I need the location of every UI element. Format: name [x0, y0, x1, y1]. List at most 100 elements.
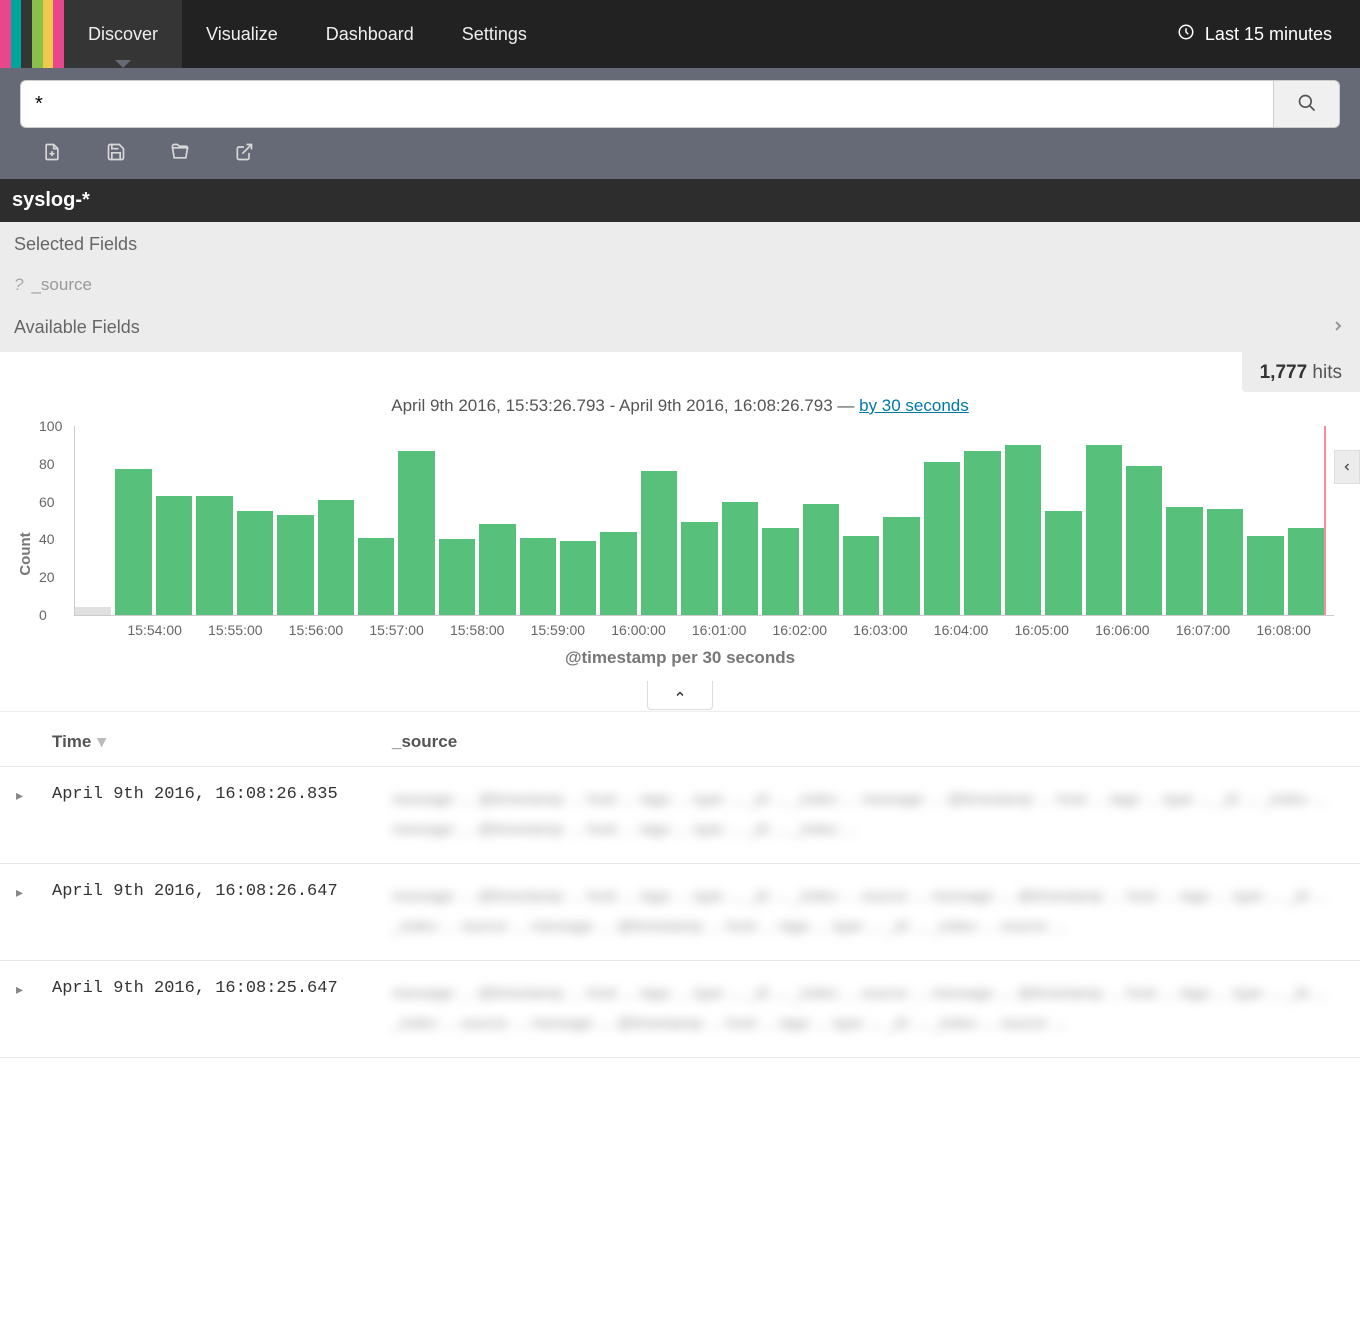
- y-tick: 40: [39, 531, 55, 547]
- histogram-bar[interactable]: [358, 538, 394, 615]
- y-tick: 60: [39, 494, 55, 510]
- new-search-button[interactable]: [42, 142, 62, 165]
- range-to: April 9th 2016, 16:08:26.793: [619, 396, 833, 415]
- row-time: April 9th 2016, 16:08:25.647: [52, 979, 392, 998]
- histogram-bar[interactable]: [520, 538, 556, 615]
- row-source: message: ... @timestamp: ... host: ... t…: [392, 785, 1344, 845]
- expand-row-button[interactable]: ▸: [16, 785, 52, 804]
- histogram-bar[interactable]: [641, 471, 677, 615]
- x-tick: 16:01:00: [679, 622, 760, 638]
- histogram-bar[interactable]: [439, 539, 475, 615]
- histogram-bar[interactable]: [1207, 509, 1243, 615]
- sort-desc-icon: ▾: [97, 732, 106, 752]
- row-time: April 9th 2016, 16:08:26.647: [52, 882, 392, 901]
- search-area: [0, 68, 1360, 179]
- histogram-bar[interactable]: [318, 500, 354, 615]
- histogram-bar[interactable]: [1166, 507, 1202, 615]
- x-tick: 15:54:00: [114, 622, 195, 638]
- histogram-bar[interactable]: [843, 536, 879, 615]
- histogram-bar[interactable]: [196, 496, 232, 615]
- nav-discover[interactable]: Discover: [64, 0, 182, 68]
- field-item-source[interactable]: ? _source: [0, 267, 1360, 303]
- column-source[interactable]: _source: [392, 732, 1344, 752]
- x-tick: 16:05:00: [1001, 622, 1082, 638]
- hits-count: 1,777: [1260, 362, 1308, 383]
- histogram-bar[interactable]: [722, 502, 758, 615]
- expand-row-button[interactable]: ▸: [16, 882, 52, 901]
- hits-row: 1,777 hits: [0, 352, 1360, 392]
- available-fields-title: Available Fields: [14, 317, 1330, 338]
- histogram-bar[interactable]: [1005, 445, 1041, 615]
- search-button[interactable]: [1274, 80, 1340, 128]
- histogram-bar[interactable]: [1045, 511, 1081, 615]
- histogram-bar[interactable]: [75, 607, 111, 615]
- histogram-chart[interactable]: Count 020406080100 15:54:0015:55:0015:56…: [0, 426, 1360, 682]
- row-source: message: ... @timestamp: ... host: ... t…: [392, 882, 1344, 942]
- histogram-bar[interactable]: [762, 528, 798, 615]
- hits-label: hits: [1312, 362, 1342, 383]
- histogram-bar[interactable]: [1126, 466, 1162, 615]
- nav-visualize[interactable]: Visualize: [182, 0, 302, 68]
- open-search-button[interactable]: [170, 142, 190, 165]
- x-tick: 16:08:00: [1243, 622, 1324, 638]
- histogram-bar[interactable]: [156, 496, 192, 615]
- table-row: ▸April 9th 2016, 16:08:26.647message: ..…: [0, 864, 1360, 961]
- histogram-bar[interactable]: [479, 524, 515, 615]
- histogram-bar[interactable]: [560, 541, 596, 615]
- histogram-bar[interactable]: [600, 532, 636, 615]
- selected-fields-title: Selected Fields: [0, 222, 1360, 267]
- nav-settings[interactable]: Settings: [438, 0, 551, 68]
- x-tick: 15:57:00: [356, 622, 437, 638]
- doc-table: Time ▾ _source ▸April 9th 2016, 16:08:26…: [0, 712, 1360, 1058]
- y-tick: 100: [39, 418, 62, 434]
- x-tick: 15:58:00: [437, 622, 518, 638]
- search-input[interactable]: [20, 80, 1274, 128]
- histogram-bar[interactable]: [1247, 536, 1283, 615]
- range-from: April 9th 2016, 15:53:26.793: [391, 396, 605, 415]
- collapse-chart-button[interactable]: [647, 681, 713, 710]
- row-time: April 9th 2016, 16:08:26.835: [52, 785, 392, 804]
- histogram-bar[interactable]: [1288, 528, 1324, 615]
- search-icon: [1297, 93, 1317, 116]
- fields-panel: Selected Fields ? _source Available Fiel…: [0, 222, 1360, 352]
- top-nav: Discover Visualize Dashboard Settings La…: [0, 0, 1360, 68]
- index-pattern-header[interactable]: syslog-*: [0, 179, 1360, 222]
- histogram-bar[interactable]: [681, 522, 717, 615]
- unknown-type-icon: ?: [14, 275, 23, 295]
- field-name: _source: [31, 275, 91, 295]
- x-tick: 16:07:00: [1163, 622, 1244, 638]
- row-source: message: ... @timestamp: ... host: ... t…: [392, 979, 1344, 1039]
- column-time-label: Time: [52, 732, 91, 752]
- logo[interactable]: [0, 0, 64, 68]
- share-button[interactable]: [234, 142, 254, 165]
- save-search-button[interactable]: [106, 142, 126, 165]
- time-label: Last 15 minutes: [1205, 24, 1332, 45]
- table-header: Time ▾ _source: [0, 712, 1360, 767]
- expand-row-button[interactable]: ▸: [16, 979, 52, 998]
- time-picker[interactable]: Last 15 minutes: [1177, 0, 1360, 68]
- x-tick: 15:55:00: [195, 622, 276, 638]
- table-row: ▸April 9th 2016, 16:08:25.647message: ..…: [0, 961, 1360, 1058]
- x-tick: 16:06:00: [1082, 622, 1163, 638]
- histogram-bar[interactable]: [883, 517, 919, 615]
- histogram-bar[interactable]: [803, 504, 839, 616]
- histogram-bar[interactable]: [277, 515, 313, 615]
- interval-link[interactable]: by 30 seconds: [859, 396, 969, 415]
- histogram-bar[interactable]: [964, 451, 1000, 615]
- nav-dashboard[interactable]: Dashboard: [302, 0, 438, 68]
- histogram-bar[interactable]: [115, 469, 151, 615]
- column-time[interactable]: Time ▾: [52, 732, 392, 752]
- histogram-bar[interactable]: [924, 462, 960, 615]
- x-tick: 15:59:00: [518, 622, 599, 638]
- y-tick: 20: [39, 569, 55, 585]
- histogram-bar[interactable]: [237, 511, 273, 615]
- x-tick: 16:02:00: [759, 622, 840, 638]
- x-tick: 16:00:00: [598, 622, 679, 638]
- clock-icon: [1177, 23, 1195, 46]
- histogram-bar[interactable]: [398, 451, 434, 615]
- hits-badge: 1,777 hits: [1242, 352, 1360, 392]
- expand-fields-button[interactable]: [1330, 318, 1346, 337]
- now-marker: [1324, 426, 1326, 615]
- y-axis-label: Count: [17, 532, 34, 575]
- histogram-bar[interactable]: [1086, 445, 1122, 615]
